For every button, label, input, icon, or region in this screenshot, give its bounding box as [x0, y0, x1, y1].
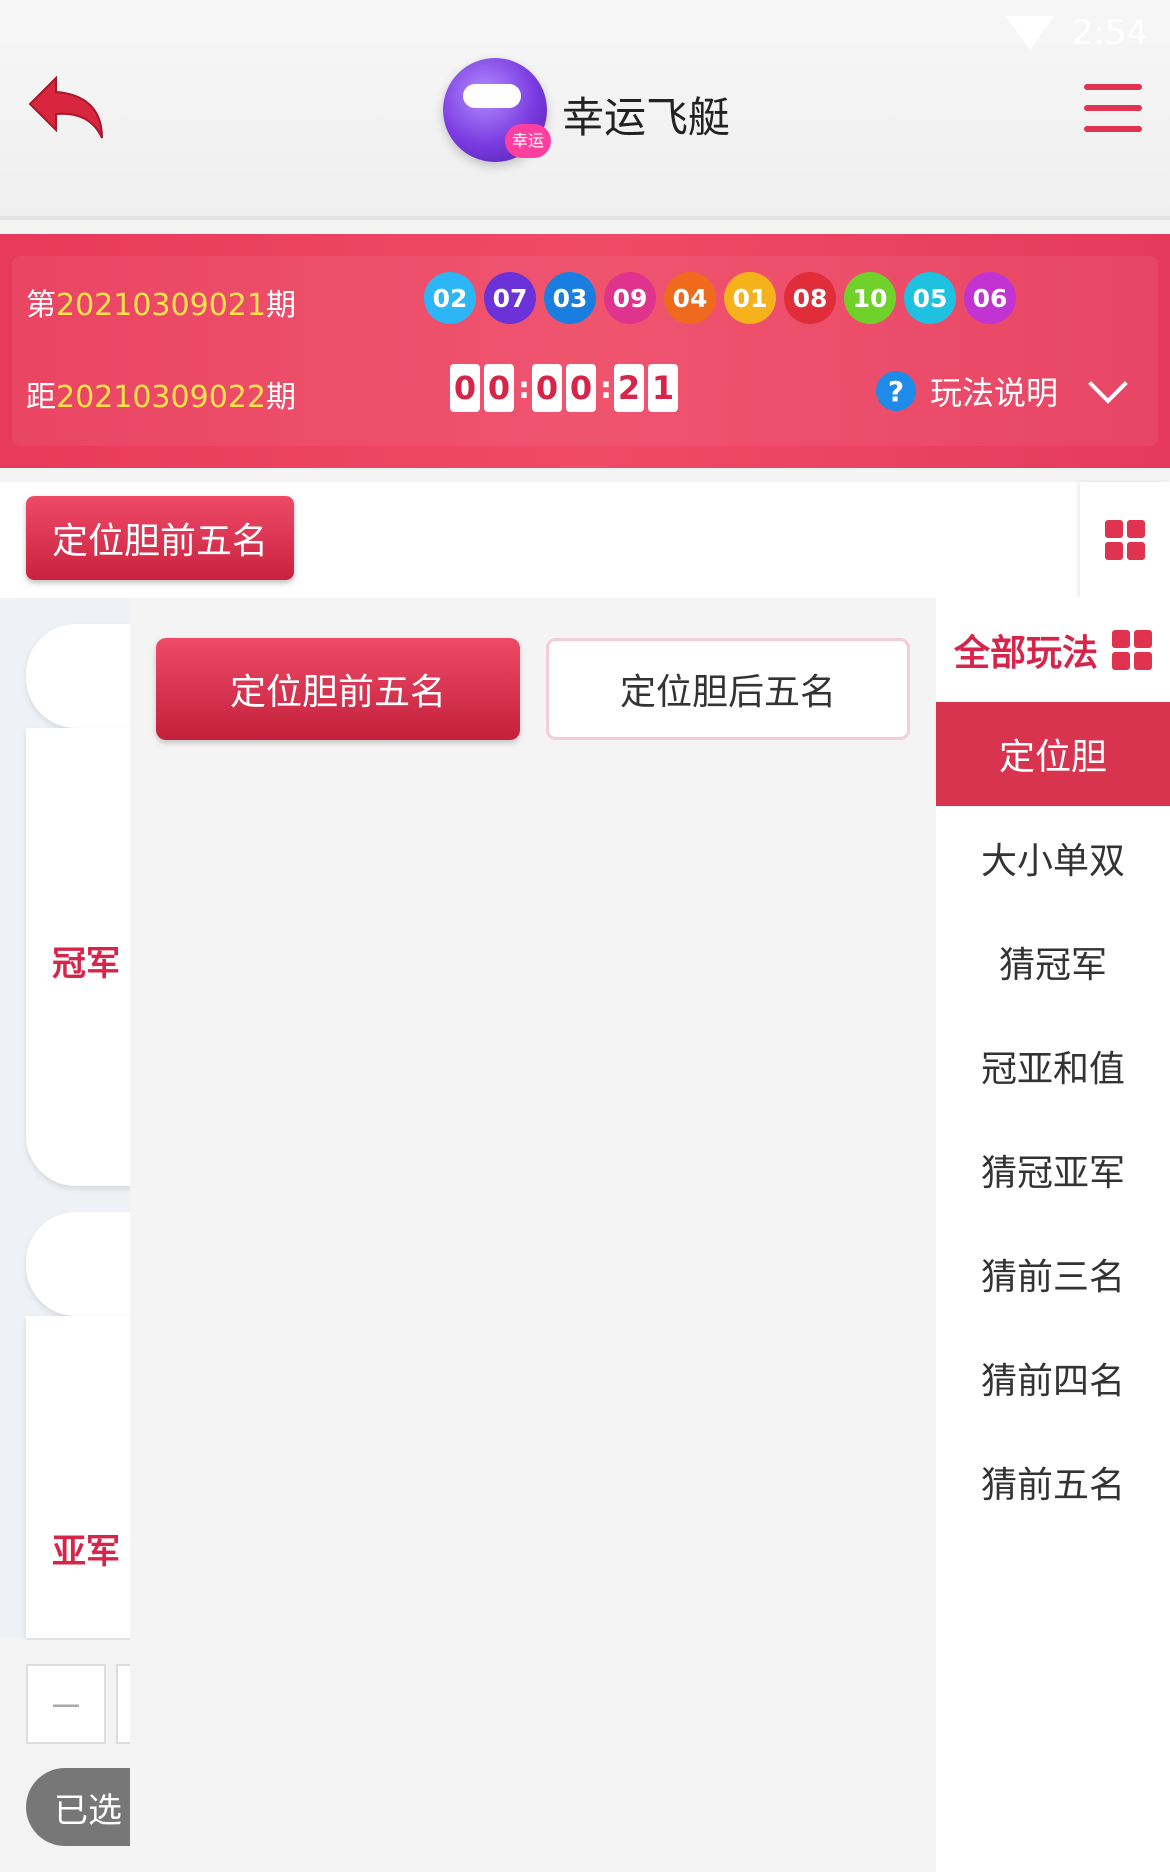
- result-ball: 04: [664, 272, 716, 324]
- selected-label: 已选: [54, 1790, 122, 1831]
- sidebar-header: 全部玩法: [936, 598, 1170, 702]
- howto-button[interactable]: ? 玩法说明: [876, 368, 1058, 414]
- play-category-sidebar: 全部玩法 定位胆 大小单双 猜冠军 冠亚和值 猜冠亚军 猜前三名 猜前四名 猜前…: [936, 598, 1170, 1872]
- quantity-minus-button[interactable]: －: [26, 1664, 106, 1744]
- result-ball: 01: [724, 272, 776, 324]
- status-bar: 2:54: [1005, 8, 1148, 58]
- sidebar-item-daxiaodanshuang[interactable]: 大小单双: [936, 806, 1170, 910]
- logo-tag: 幸运: [505, 124, 551, 158]
- sidebar-item-caiqiansanming[interactable]: 猜前三名: [936, 1222, 1170, 1326]
- result-ball: 03: [544, 272, 596, 324]
- sidebar-item-caiguanjun[interactable]: 猜冠军: [936, 910, 1170, 1014]
- play-options-panel: 定位胆前五名 定位胆后五名: [130, 598, 936, 1872]
- sidebar-item-dingweidan[interactable]: 定位胆: [936, 702, 1170, 806]
- sidebar-title: 全部玩法: [953, 633, 1098, 674]
- timer-digit: 0: [532, 364, 562, 412]
- next-prefix: 距: [26, 380, 56, 415]
- timer-digit: 1: [648, 364, 678, 412]
- sidebar-item-caiqianwuming[interactable]: 猜前五名: [936, 1430, 1170, 1534]
- current-issue: 第20210309021期: [26, 280, 296, 324]
- result-ball: 09: [604, 272, 656, 324]
- current-play-type-button[interactable]: 定位胆前五名: [26, 496, 294, 580]
- app-header: 2:54 幸运 幸运飞艇: [0, 0, 1170, 220]
- timer-colon: :: [600, 370, 612, 406]
- status-time: 2:54: [1071, 13, 1148, 53]
- back-arrow-icon[interactable]: [26, 72, 108, 144]
- timer-digit: 0: [484, 364, 514, 412]
- timer-colon: :: [518, 370, 530, 406]
- result-ball: 02: [424, 272, 476, 324]
- timer-digit: 0: [450, 364, 480, 412]
- grid-menu-button[interactable]: [1080, 482, 1170, 598]
- draw-banner: 第20210309021期 02 07 03 09 04 01 08 10 05 06 距2021…: [0, 234, 1170, 468]
- wifi-icon: [1005, 16, 1054, 50]
- airship-icon: [463, 84, 521, 108]
- current-issue-number: 20210309021: [56, 288, 266, 323]
- sidebar-item-caiqiansiming[interactable]: 猜前四名: [936, 1326, 1170, 1430]
- next-issue: 距20210309022期: [26, 372, 296, 416]
- result-ball: 05: [904, 272, 956, 324]
- grid-icon: [1105, 520, 1145, 560]
- option-front-five[interactable]: 定位胆前五名: [156, 638, 520, 740]
- howto-label: 玩法说明: [930, 374, 1059, 412]
- countdown-timer: 0 0 : 0 0 : 2 1: [450, 364, 678, 412]
- result-ball: 08: [784, 272, 836, 324]
- page-title: 幸运飞艇: [562, 93, 731, 142]
- timer-digit: 0: [566, 364, 596, 412]
- position-label: 亚军: [52, 1532, 120, 1572]
- timer-digit: 2: [614, 364, 644, 412]
- app-logo: 幸运: [443, 58, 551, 162]
- position-label: 冠军: [52, 944, 120, 984]
- current-suffix: 期: [265, 288, 296, 323]
- next-issue-number: 20210309022: [56, 380, 266, 415]
- option-back-five[interactable]: 定位胆后五名: [546, 638, 910, 740]
- play-type-bar: 定位胆前五名: [0, 482, 1170, 598]
- menu-icon[interactable]: [1084, 84, 1142, 132]
- result-ball: 06: [964, 272, 1016, 324]
- sidebar-item-guanyahezhi[interactable]: 冠亚和值: [936, 1014, 1170, 1118]
- help-icon: ?: [876, 371, 916, 411]
- current-prefix: 第: [26, 288, 56, 323]
- result-ball: 10: [844, 272, 896, 324]
- result-balls: 02 07 03 09 04 01 08 10 05 06: [424, 272, 1016, 324]
- grid-icon: [1112, 630, 1152, 670]
- next-suffix: 期: [265, 380, 296, 415]
- sidebar-item-caiguanyajun[interactable]: 猜冠亚军: [936, 1118, 1170, 1222]
- result-ball: 07: [484, 272, 536, 324]
